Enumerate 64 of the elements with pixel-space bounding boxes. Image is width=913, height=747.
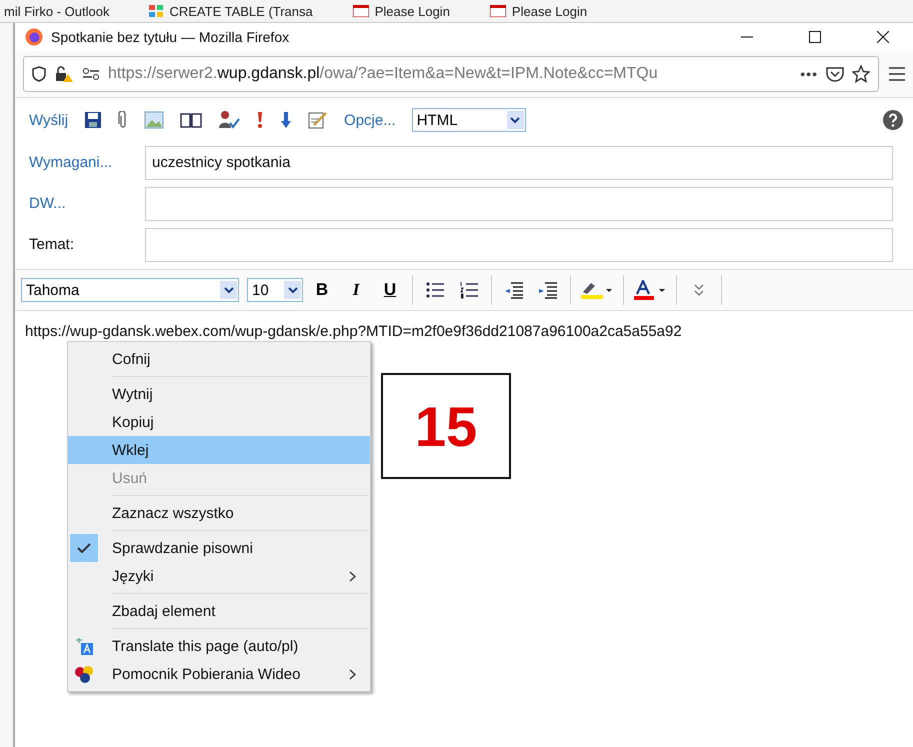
menu-item[interactable]: Cofnij bbox=[68, 345, 370, 373]
pocket-icon bbox=[826, 66, 844, 82]
format-dropdown[interactable]: HTML bbox=[412, 108, 526, 132]
menu-item[interactable]: Zaznacz wszystko bbox=[68, 499, 370, 527]
grid-icon bbox=[149, 5, 164, 17]
menu-item[interactable]: Sprawdzanie pisowni bbox=[68, 534, 370, 562]
bold-button[interactable]: B bbox=[307, 276, 337, 304]
signature-icon[interactable] bbox=[308, 111, 328, 129]
tab-title[interactable]: Please Login bbox=[512, 4, 588, 18]
menu-icon[interactable] bbox=[889, 67, 905, 81]
menu-item[interactable]: Kopiuj bbox=[68, 408, 370, 436]
options-link[interactable]: Opcje... bbox=[344, 112, 396, 128]
tab-title[interactable]: mil Firko - Outlook bbox=[4, 4, 110, 18]
input-field[interactable]: uczestnicy spotkania bbox=[145, 146, 893, 180]
address-bar[interactable]: https://serwer2.wup.gdansk.pl/owa/?ae=Item&a=New&t=IPM.Note&cc=MTQu ••• bbox=[23, 56, 879, 92]
bulleted-list-icon[interactable] bbox=[425, 281, 445, 299]
decrease-indent-icon[interactable] bbox=[504, 281, 524, 299]
menu-item[interactable]: Wytnij bbox=[68, 380, 370, 408]
star-icon bbox=[852, 65, 870, 83]
menu-item[interactable]: Pomocnik Pobierania Wideo bbox=[68, 660, 370, 688]
exclamation-icon[interactable] bbox=[256, 111, 264, 129]
font-dropdown[interactable]: Tahoma bbox=[21, 278, 239, 302]
lock-warning-icon bbox=[54, 65, 74, 83]
close-icon bbox=[877, 31, 889, 43]
save-icon[interactable] bbox=[84, 111, 102, 129]
book-icon[interactable] bbox=[180, 112, 202, 128]
menu-item[interactable]: Wklej bbox=[68, 436, 370, 464]
maximize-icon bbox=[809, 31, 821, 43]
menu-item[interactable]: Translate this page (auto/pl) bbox=[68, 632, 370, 660]
highlight-icon[interactable] bbox=[581, 280, 613, 300]
permissions-icon bbox=[82, 67, 100, 81]
paperclip-icon[interactable] bbox=[118, 111, 128, 129]
numbered-list-icon[interactable] bbox=[459, 281, 479, 299]
input-field[interactable] bbox=[145, 228, 893, 262]
page-icon bbox=[352, 5, 369, 17]
send-link[interactable]: Wyślij bbox=[29, 112, 68, 128]
url-text: https://serwer2.wup.gdansk.pl/owa/?ae=Item&a=New&t=IPM.Note&cc=MTQu bbox=[108, 65, 659, 83]
menu-item[interactable]: Zbadaj element bbox=[68, 597, 370, 625]
recipient-link[interactable]: DW... bbox=[29, 195, 145, 212]
person-check-icon[interactable] bbox=[218, 110, 240, 130]
more-actions-button[interactable]: ••• bbox=[800, 66, 818, 82]
colored-balls-icon bbox=[74, 665, 94, 683]
font-size-dropdown[interactable]: 10 bbox=[247, 278, 303, 302]
message-body-text: https://wup-gdansk.webex.com/wup-gdansk/e.php?MTID=m2f0e9f36dd21087a96100a2ca5a55a92 bbox=[25, 323, 683, 340]
underline-button[interactable]: U bbox=[375, 276, 405, 304]
field-label: Temat: bbox=[29, 236, 76, 253]
checkmark-icon bbox=[77, 542, 91, 554]
shield-icon bbox=[32, 66, 46, 82]
down-arrow-icon[interactable] bbox=[280, 111, 292, 129]
font-color-icon[interactable] bbox=[634, 280, 666, 300]
browser-logo-icon bbox=[25, 28, 43, 46]
tab-title[interactable]: Please Login bbox=[374, 4, 450, 18]
page-icon bbox=[490, 5, 506, 17]
recipient-link[interactable]: Wymagani... bbox=[29, 154, 145, 171]
number-box: 15 bbox=[381, 373, 511, 479]
image-icon[interactable] bbox=[144, 111, 164, 129]
italic-button[interactable]: I bbox=[341, 276, 371, 304]
help-icon[interactable] bbox=[883, 110, 903, 130]
menu-item[interactable]: Języki bbox=[68, 562, 370, 590]
input-field[interactable] bbox=[145, 186, 893, 220]
increase-indent-icon[interactable] bbox=[538, 281, 558, 299]
tab-title[interactable]: CREATE TABLE (Transa bbox=[169, 4, 313, 18]
window-title: Spotkanie bez tytułu — Mozilla Firefox bbox=[51, 29, 290, 45]
translate-icon bbox=[75, 637, 93, 655]
